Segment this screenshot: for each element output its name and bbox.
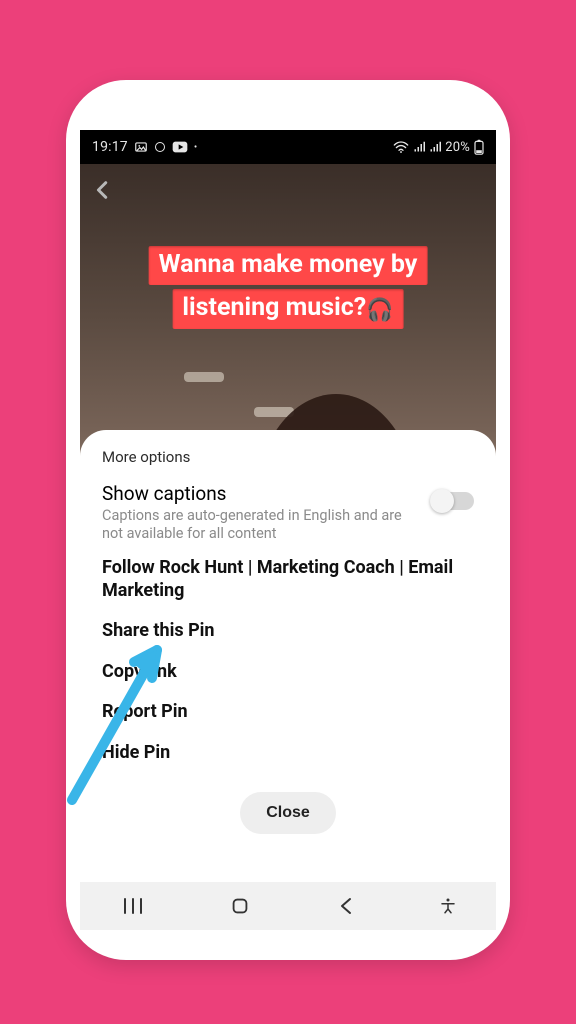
- more-options-sheet: More options Show captions Captions are …: [80, 430, 496, 882]
- signal-icon-1: [413, 141, 425, 153]
- copy-link-label: Copy link: [102, 661, 474, 684]
- sheet-title: More options: [102, 448, 474, 466]
- circle-icon: [154, 141, 166, 153]
- nav-back-icon[interactable]: [321, 897, 371, 915]
- follow-option[interactable]: Follow Rock Hunt | Marketing Coach | Ema…: [102, 549, 474, 612]
- nav-accessibility-icon[interactable]: [428, 897, 468, 915]
- share-option[interactable]: Share this Pin: [102, 612, 474, 653]
- screenshot-stage: 19:17 •: [0, 0, 576, 1024]
- report-option[interactable]: Report Pin: [102, 693, 474, 734]
- signal-icon-2: [429, 141, 441, 153]
- status-time: 19:17: [92, 139, 128, 155]
- battery-icon: [474, 139, 484, 155]
- nav-recents-icon[interactable]: [108, 897, 158, 915]
- video-caption-overlay: Wanna make money by listening music?🎧: [149, 244, 428, 331]
- hide-label: Hide Pin: [102, 742, 474, 765]
- follow-label: Follow Rock Hunt | Marketing Coach | Ema…: [102, 557, 474, 602]
- phone-frame: 19:17 •: [66, 80, 510, 960]
- copy-link-option[interactable]: Copy link: [102, 653, 474, 694]
- phone-screen: 19:17 •: [80, 130, 496, 930]
- overlay-line-2: listening music?🎧: [172, 289, 403, 329]
- nav-home-icon[interactable]: [215, 895, 265, 917]
- background-lights: [184, 372, 224, 382]
- back-button[interactable]: [92, 174, 114, 209]
- close-button[interactable]: Close: [240, 792, 336, 834]
- status-bar: 19:17 •: [80, 130, 496, 164]
- headphone-icon: 🎧: [366, 298, 393, 323]
- dot-icon: •: [194, 142, 198, 153]
- overlay-line-1: Wanna make money by: [149, 246, 428, 285]
- report-label: Report Pin: [102, 701, 474, 724]
- wifi-icon: [393, 141, 409, 153]
- battery-percent: 20%: [445, 140, 470, 155]
- youtube-icon: [172, 141, 188, 153]
- show-captions-description: Captions are auto-generated in English a…: [102, 507, 402, 543]
- share-label: Share this Pin: [102, 620, 474, 643]
- image-icon: [134, 140, 148, 154]
- show-captions-row[interactable]: Show captions Captions are auto-generate…: [102, 478, 474, 549]
- android-nav-bar: [80, 882, 496, 930]
- show-captions-label: Show captions: [102, 482, 402, 505]
- captions-toggle[interactable]: [432, 492, 474, 510]
- hide-option[interactable]: Hide Pin: [102, 734, 474, 775]
